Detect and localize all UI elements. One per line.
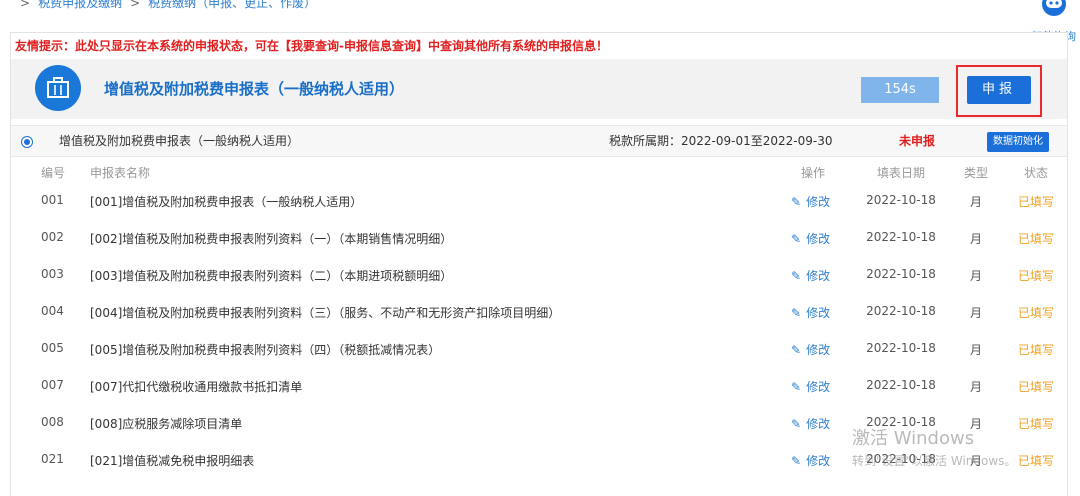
pencil-icon: ✎ — [791, 454, 802, 468]
table-row: 005 [005]增值税及附加税费申报表附列资料（四）（税额抵减情况表） ✎ 修改… — [11, 330, 1067, 367]
breadcrumb: > 税费申报及缴纳 > 税费缴纳（申报、更正、作废） — [0, 0, 1030, 16]
windows-activation-watermark: 激活 Windows 转到"设置"以激活 Windows。 — [852, 424, 1016, 469]
tax-period: 税款所属期：2022-09-01至2022-09-30 — [609, 134, 833, 148]
pencil-icon: ✎ — [791, 417, 802, 431]
row-status: 已填写 — [1017, 343, 1054, 357]
row-date: 2022-10-18 — [866, 193, 936, 207]
row-type: 月 — [969, 232, 982, 246]
row-no: 005 — [41, 341, 64, 355]
edit-button[interactable]: ✎ 修改 — [791, 267, 851, 284]
edit-button[interactable]: ✎ 修改 — [791, 415, 851, 432]
robot-icon — [1042, 0, 1066, 16]
row-type: 月 — [969, 380, 982, 394]
edit-button[interactable]: ✎ 修改 — [791, 452, 851, 469]
submit-highlight: 申报 — [956, 65, 1042, 117]
row-form-name[interactable]: [002]增值税及附加税费申报表附列资料（一）（本期销售情况明细） — [90, 230, 770, 247]
row-type: 月 — [969, 269, 982, 283]
col-date: 填表日期 — [876, 166, 925, 180]
row-form-name[interactable]: [005]增值税及附加税费申报表附列资料（四）（税额抵减情况表） — [90, 341, 770, 358]
col-op: 操作 — [801, 166, 826, 180]
row-no: 004 — [41, 304, 64, 318]
data-init-button[interactable]: 数据初始化 — [987, 132, 1049, 152]
form-header: 增值税及附加税费申报表（一般纳税人适用） 154s 申报 — [11, 59, 1067, 119]
row-status: 已填写 — [1017, 232, 1054, 246]
col-no: 编号 — [41, 166, 66, 180]
row-form-name[interactable]: [007]代扣代缴税收通用缴款书抵扣清单 — [90, 378, 770, 395]
form-summary-bar: 增值税及附加税费申报表（一般纳税人适用） 税款所属期：2022-09-01至20… — [11, 125, 1067, 157]
filing-status: 未申报 — [899, 134, 936, 148]
row-date: 2022-10-18 — [866, 304, 936, 318]
row-date: 2022-10-18 — [866, 230, 936, 244]
countdown-timer: 154s — [861, 77, 939, 103]
submit-button[interactable]: 申报 — [967, 76, 1031, 104]
edit-button[interactable]: ✎ 修改 — [791, 193, 851, 210]
table-row: 007 [007]代扣代缴税收通用缴款书抵扣清单 ✎ 修改 2022-10-18 … — [11, 367, 1067, 404]
row-status: 已填写 — [1017, 417, 1054, 431]
row-date: 2022-10-18 — [866, 341, 936, 355]
table-row: 001 [001]增值税及附加税费申报表（一般纳税人适用） ✎ 修改 2022-1… — [11, 182, 1067, 219]
breadcrumb-separator: > — [130, 0, 141, 10]
row-no: 002 — [41, 230, 64, 244]
shopping-bag-icon — [35, 65, 81, 111]
breadcrumb-separator: > — [20, 0, 31, 10]
edit-button[interactable]: ✎ 修改 — [791, 304, 851, 321]
table-row: 003 [003]增值税及附加税费申报表附列资料（二）（本期进项税额明细） ✎ 修… — [11, 256, 1067, 293]
edit-button[interactable]: ✎ 修改 — [791, 230, 851, 247]
breadcrumb-item-tax-filing[interactable]: 税费申报及缴纳 — [38, 0, 122, 10]
row-form-name[interactable]: [003]增值税及附加税费申报表附列资料（二）（本期进项税额明细） — [90, 267, 770, 284]
table-header: 编号 申报表名称 操作 填表日期 类型 状态 — [11, 160, 1067, 182]
row-no: 001 — [41, 193, 64, 207]
pencil-icon: ✎ — [791, 195, 802, 209]
col-type: 类型 — [963, 166, 988, 180]
row-status: 已填写 — [1017, 269, 1054, 283]
table-row: 002 [002]增值税及附加税费申报表附列资料（一）（本期销售情况明细） ✎ 修… — [11, 219, 1067, 256]
edit-label: 修改 — [806, 306, 831, 320]
edit-label: 修改 — [806, 417, 831, 431]
col-status: 状态 — [1023, 166, 1048, 180]
edit-button[interactable]: ✎ 修改 — [791, 341, 851, 358]
pencil-icon: ✎ — [791, 232, 802, 246]
edit-label: 修改 — [806, 195, 831, 209]
row-status: 已填写 — [1017, 454, 1054, 468]
edit-label: 修改 — [806, 454, 831, 468]
row-date: 2022-10-18 — [866, 378, 936, 392]
notice-banner: 友情提示：此处只显示在本系统的申报状态，可在【我要查询-申报信息查询】中查询其他… — [11, 33, 1067, 59]
row-type: 月 — [969, 343, 982, 357]
pencil-icon: ✎ — [791, 269, 802, 283]
table-row: 004 [004]增值税及附加税费申报表附列资料（三）（服务、不动产和无形资产扣… — [11, 293, 1067, 330]
page-title: 增值税及附加税费申报表（一般纳税人适用） — [104, 80, 405, 98]
edit-label: 修改 — [806, 232, 831, 246]
form-select-radio[interactable] — [21, 136, 33, 148]
edit-label: 修改 — [806, 343, 831, 357]
watermark-line1: 激活 Windows — [852, 428, 975, 449]
row-type: 月 — [969, 306, 982, 320]
row-no: 021 — [41, 452, 64, 466]
row-status: 已填写 — [1017, 380, 1054, 394]
row-status: 已填写 — [1017, 195, 1054, 209]
row-type: 月 — [969, 195, 982, 209]
pencil-icon: ✎ — [791, 306, 802, 320]
edit-label: 修改 — [806, 269, 831, 283]
pencil-icon: ✎ — [791, 380, 802, 394]
row-no: 008 — [41, 415, 64, 429]
row-status: 已填写 — [1017, 306, 1054, 320]
row-form-name[interactable]: [008]应税服务减除项目清单 — [90, 415, 770, 432]
row-no: 003 — [41, 267, 64, 281]
edit-button[interactable]: ✎ 修改 — [791, 378, 851, 395]
edit-label: 修改 — [806, 380, 831, 394]
row-form-name[interactable]: [004]增值税及附加税费申报表附列资料（三）（服务、不动产和无形资产扣除项目明… — [90, 304, 770, 321]
row-no: 007 — [41, 378, 64, 392]
watermark-line2: 转到"设置"以激活 Windows。 — [852, 454, 1017, 468]
form-name: 增值税及附加税费申报表（一般纳税人适用） — [59, 134, 300, 148]
row-form-name[interactable]: [021]增值税减免税申报明细表 — [90, 452, 770, 469]
col-name: 申报表名称 — [90, 166, 151, 180]
row-date: 2022-10-18 — [866, 267, 936, 281]
pencil-icon: ✎ — [791, 343, 802, 357]
row-form-name[interactable]: [001]增值税及附加税费申报表（一般纳税人适用） — [90, 193, 770, 210]
breadcrumb-item-tax-payment[interactable]: 税费缴纳（申报、更正、作废） — [148, 0, 316, 10]
